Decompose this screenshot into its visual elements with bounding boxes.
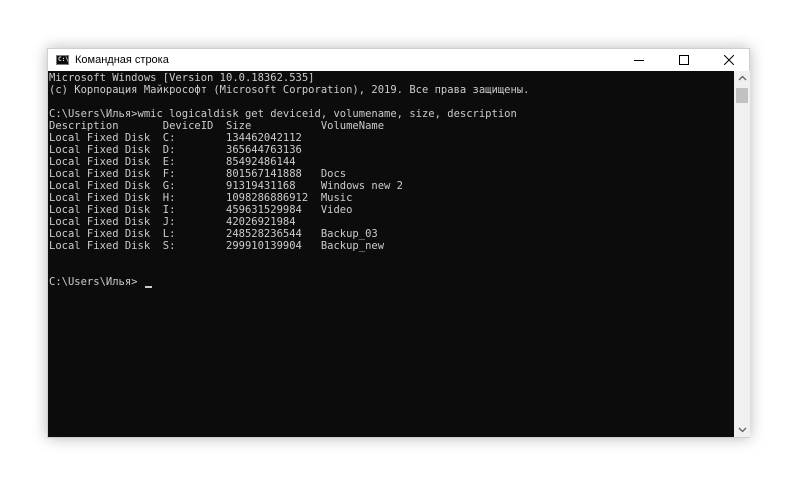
console-line: Local Fixed Disk D: 365644763136 bbox=[49, 144, 302, 156]
console-line: Description DeviceID Size VolumeName bbox=[49, 120, 385, 132]
minimize-button[interactable] bbox=[616, 49, 661, 71]
cmd-window: C:\ Командная строка Microsoft Windows [… bbox=[47, 48, 750, 438]
scroll-down-button[interactable] bbox=[734, 423, 750, 437]
console-prompt: C:\Users\Илья> bbox=[49, 276, 138, 288]
maximize-icon bbox=[678, 55, 689, 65]
console-output[interactable]: Microsoft Windows [Version 10.0.18362.53… bbox=[49, 71, 734, 437]
maximize-button[interactable] bbox=[661, 49, 706, 71]
scroll-up-button[interactable] bbox=[734, 71, 750, 85]
text-cursor bbox=[145, 286, 152, 288]
cmd-icon[interactable]: C:\ bbox=[56, 55, 69, 65]
console-line: Local Fixed Disk S: 299910139904 Backup_… bbox=[49, 240, 385, 252]
close-icon bbox=[723, 55, 734, 65]
cmd-icon-label: C:\ bbox=[58, 56, 69, 63]
console-line: Local Fixed Disk C: 134462042112 bbox=[49, 132, 302, 144]
vertical-scrollbar[interactable] bbox=[734, 71, 750, 437]
console-line: Local Fixed Disk J: 42026921984 bbox=[49, 216, 296, 228]
console-line: Local Fixed Disk H: 1098286886912 Music bbox=[49, 192, 353, 204]
console-line: Local Fixed Disk G: 91319431168 Windows … bbox=[49, 180, 404, 192]
scroll-down-arrow-icon bbox=[738, 427, 746, 433]
scroll-thumb[interactable] bbox=[736, 88, 748, 103]
minimize-icon bbox=[633, 60, 644, 61]
console-line: C:\Users\Илья>wmic logicaldisk get devic… bbox=[49, 108, 517, 120]
console-line: Local Fixed Disk I: 459631529984 Video bbox=[49, 204, 353, 216]
window-title: Командная строка bbox=[75, 54, 169, 66]
console-line: Local Fixed Disk F: 801567141888 Docs bbox=[49, 168, 347, 180]
console-line: Local Fixed Disk E: 85492486144 bbox=[49, 156, 296, 168]
scroll-up-arrow-icon bbox=[738, 75, 746, 81]
console-line: Microsoft Windows [Version 10.0.18362.53… bbox=[49, 72, 315, 84]
close-button[interactable] bbox=[706, 49, 751, 71]
console-line: (c) Корпорация Майкрософт (Microsoft Cor… bbox=[49, 84, 530, 96]
console-line: Local Fixed Disk L: 248528236544 Backup_… bbox=[49, 228, 378, 240]
title-bar[interactable]: C:\ Командная строка bbox=[48, 49, 749, 71]
